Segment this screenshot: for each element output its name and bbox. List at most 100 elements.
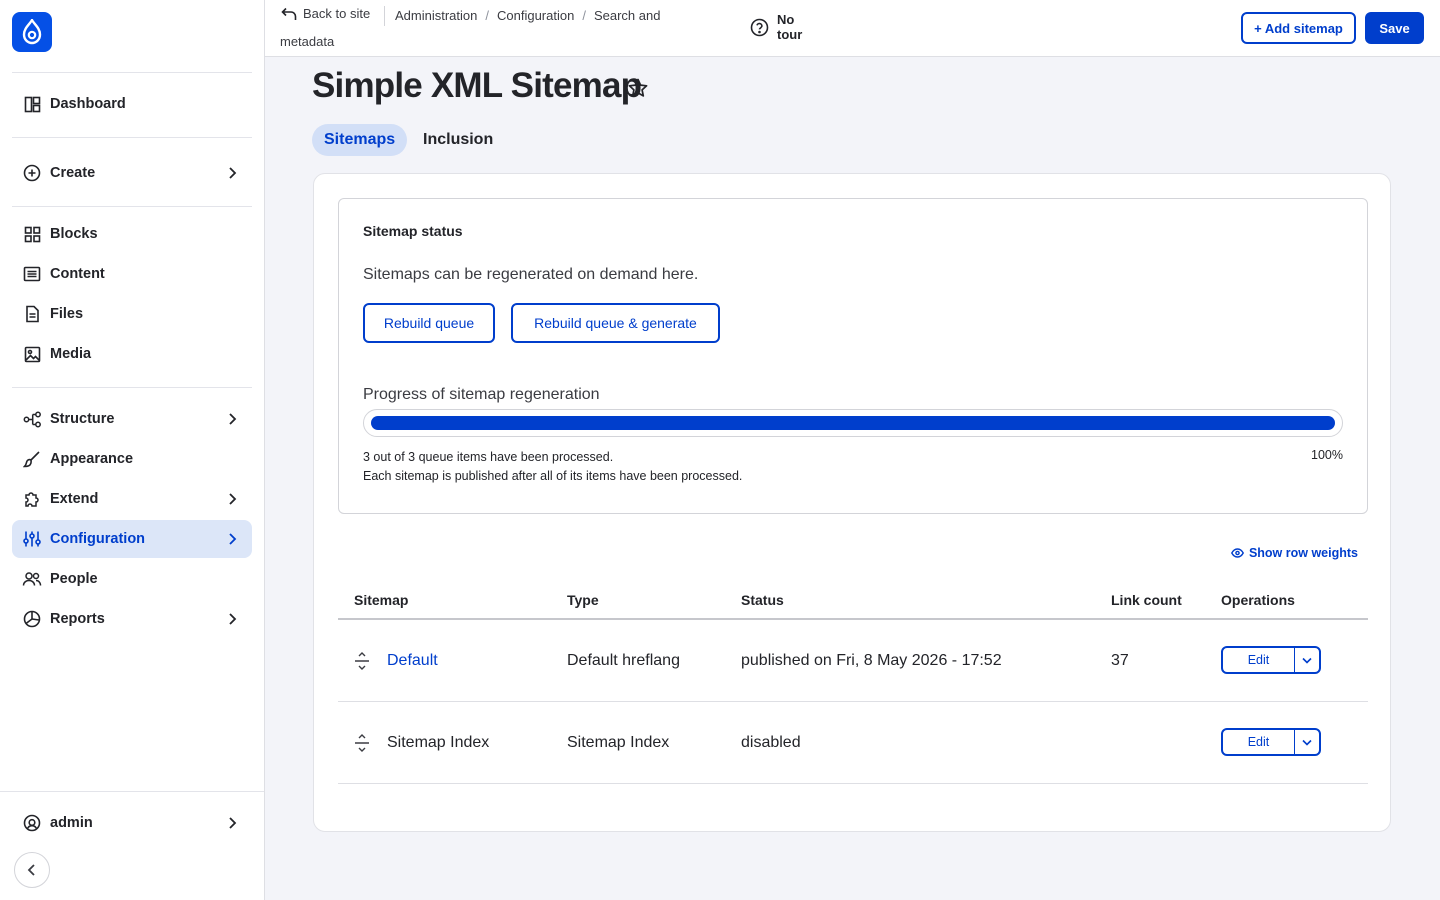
sitemap-status: published on Fri, 8 May 2026 - 17:52 <box>741 652 1002 669</box>
reports-icon <box>22 609 42 629</box>
sidebar-item-label: Appearance <box>50 451 134 467</box>
breadcrumb-configuration[interactable]: Configuration <box>497 8 574 23</box>
sidebar-divider <box>12 206 252 207</box>
tour-button[interactable]: No tour <box>750 12 802 42</box>
user-name: admin <box>50 815 93 831</box>
help-circle-icon <box>750 18 769 36</box>
drag-handle-icon[interactable] <box>354 734 370 752</box>
content-icon <box>22 264 42 284</box>
eye-icon <box>1230 548 1244 558</box>
progress-message-line2: Each sitemap is published after all of i… <box>363 469 743 483</box>
chevron-down-icon <box>1302 657 1312 664</box>
topbar-separator <box>384 6 385 26</box>
status-description: Sitemaps can be regenerated on demand he… <box>363 266 699 283</box>
operations-toggle[interactable] <box>1295 648 1319 672</box>
operations-dropbutton: Edit <box>1221 646 1321 674</box>
tab-inclusion[interactable]: Inclusion <box>411 124 505 156</box>
chevron-right-icon <box>229 533 237 545</box>
tour-label-line1: No <box>777 12 795 27</box>
chevron-right-icon <box>229 413 237 425</box>
column-header-link-count: Link count <box>1111 592 1182 608</box>
drupal-logo-icon[interactable] <box>12 12 52 52</box>
column-header-sitemap: Sitemap <box>354 592 409 608</box>
sidebar-divider <box>0 791 264 792</box>
chevron-left-icon <box>27 864 35 876</box>
sidebar-item-people[interactable]: People <box>12 560 252 598</box>
sidebar-item-label: Media <box>50 346 92 362</box>
sidebar-item-label: Files <box>50 306 84 322</box>
star-icon[interactable] <box>627 77 649 99</box>
sidebar-item-reports[interactable]: Reports <box>12 600 252 638</box>
chevron-right-icon <box>229 817 237 829</box>
sidebar-item-label: Content <box>50 266 105 282</box>
show-row-weights-label: Show row weights <box>1248 546 1358 560</box>
dashboard-icon <box>22 94 42 114</box>
sidebar-item-create[interactable]: Create <box>12 154 252 192</box>
drag-handle-icon[interactable] <box>354 652 370 670</box>
sliders-icon <box>22 529 42 549</box>
progress-bar-fill <box>371 416 1335 430</box>
operations-toggle[interactable] <box>1295 730 1319 754</box>
sidebar-item-appearance[interactable]: Appearance <box>12 440 252 478</box>
back-to-site-label: Back to site <box>303 6 371 21</box>
structure-icon <box>22 409 42 429</box>
sidebar-item-files[interactable]: Files <box>12 295 252 333</box>
back-to-site-link[interactable]: Back to site <box>281 6 370 21</box>
sidebar-item-dashboard[interactable]: Dashboard <box>12 85 252 123</box>
sitemap-type: Sitemap Index <box>567 734 670 751</box>
user-menu[interactable]: admin <box>12 804 252 842</box>
sidebar-item-blocks[interactable]: Blocks <box>12 215 252 253</box>
back-arrow-icon <box>281 7 297 20</box>
show-row-weights-button[interactable]: Show row weights <box>1230 546 1358 560</box>
chevron-right-icon <box>229 613 237 625</box>
blocks-icon <box>22 224 42 244</box>
column-header-type: Type <box>567 592 599 608</box>
brush-icon <box>22 449 42 469</box>
page-title: Simple XML Sitemap <box>312 66 642 105</box>
chevron-down-icon <box>1302 739 1312 746</box>
sitemap-name: Sitemap Index <box>387 734 490 751</box>
progress-message: 3 out of 3 queue items have been process… <box>363 448 742 486</box>
main-card: Sitemap status Sitemaps can be regenerat… <box>313 173 1391 832</box>
save-button[interactable]: Save <box>1365 12 1424 44</box>
puzzle-icon <box>22 489 42 509</box>
add-sitemap-button[interactable]: + Add sitemap <box>1241 12 1356 44</box>
breadcrumb: Administration / Configuration / Search … <box>395 8 661 23</box>
collapse-sidebar-button[interactable] <box>14 852 50 888</box>
media-icon <box>22 344 42 364</box>
sitemap-status-box: Sitemap status Sitemaps can be regenerat… <box>338 198 1368 514</box>
sidebar-item-extend[interactable]: Extend <box>12 480 252 518</box>
rebuild-queue-button[interactable]: Rebuild queue <box>363 303 495 343</box>
sidebar-item-label: Reports <box>50 611 105 627</box>
breadcrumb-administration[interactable]: Administration <box>395 8 477 23</box>
tour-label-line2: tour <box>777 27 803 42</box>
chevron-right-icon <box>229 167 237 179</box>
sidebar-item-label: Extend <box>50 491 99 507</box>
sidebar-item-media[interactable]: Media <box>12 335 252 373</box>
edit-button[interactable]: Edit <box>1223 648 1295 672</box>
plus-circle-icon <box>22 163 42 183</box>
breadcrumb-search-metadata[interactable]: Search and <box>594 8 661 23</box>
status-title: Sitemap status <box>363 223 463 239</box>
sidebar-item-structure[interactable]: Structure <box>12 400 252 438</box>
sidebar-item-configuration[interactable]: Configuration <box>12 520 252 558</box>
sidebar-divider <box>12 387 252 388</box>
rebuild-queue-generate-button[interactable]: Rebuild queue & generate <box>511 303 720 343</box>
sidebar-item-label: People <box>50 571 98 587</box>
sidebar-item-content[interactable]: Content <box>12 255 252 293</box>
tab-sitemaps[interactable]: Sitemaps <box>312 124 408 156</box>
sitemap-link-default[interactable]: Default <box>387 652 438 669</box>
sitemap-status: disabled <box>741 734 801 751</box>
column-header-operations: Operations <box>1221 592 1295 608</box>
sidebar-divider <box>12 137 252 138</box>
sidebar-item-label: Structure <box>50 411 115 427</box>
chevron-right-icon <box>229 493 237 505</box>
sidebar-item-label: Create <box>50 165 96 181</box>
user-circle-icon <box>22 813 42 833</box>
edit-button[interactable]: Edit <box>1223 730 1295 754</box>
sitemap-link-count: 37 <box>1111 652 1129 669</box>
sidebar-item-label: Dashboard <box>50 96 126 112</box>
table-row: Sitemap Index Sitemap Index disabled Edi… <box>338 702 1368 784</box>
people-icon <box>22 569 42 589</box>
breadcrumb-search-metadata-wrap[interactable]: metadata <box>280 34 334 49</box>
